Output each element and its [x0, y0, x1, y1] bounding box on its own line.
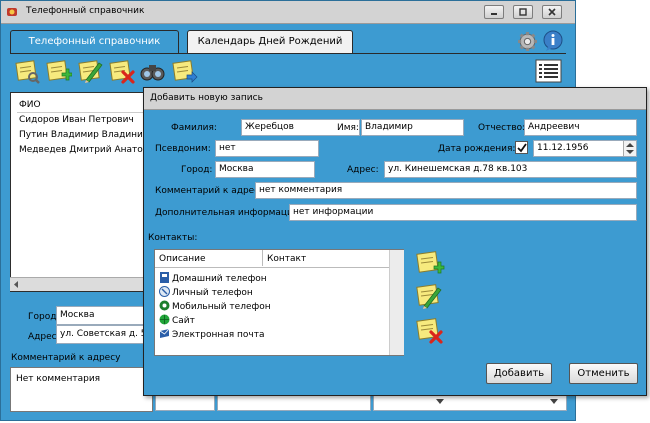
contact-description: Личный телефон — [172, 288, 253, 298]
birthdate-label: Дата рождения: — [438, 144, 516, 154]
address-field[interactable]: ул. Советская д. 53 — [56, 325, 153, 344]
minimize-button[interactable] — [484, 5, 504, 19]
list-item[interactable]: Медведев Дмитрий Анатоль — [19, 145, 154, 155]
dialog-title-bar[interactable]: Добавить новую запись — [144, 88, 646, 110]
binoculars-icon[interactable] — [139, 58, 166, 85]
spin-up-icon[interactable] — [626, 143, 634, 147]
checkmark-icon — [517, 143, 527, 153]
extra-info-field[interactable]: нет информации — [289, 204, 637, 221]
note-search-icon[interactable] — [14, 58, 41, 85]
mobile-phone-icon — [159, 286, 170, 297]
cancel-button[interactable]: Отменить — [569, 363, 638, 384]
maximize-icon — [519, 8, 527, 16]
name-field[interactable]: Владимир — [361, 119, 464, 136]
dialog-address-field[interactable]: ул. Кинешемская д.78 кв.103 — [384, 161, 637, 178]
spin-down-icon[interactable] — [626, 150, 634, 154]
contact-description: Сайт — [172, 316, 195, 326]
add-contact-icon[interactable] — [415, 250, 445, 278]
chevron-down-icon — [550, 399, 558, 404]
contacts-list[interactable]: ФИО Сидоров Иван Петрович Путин Владимир… — [10, 92, 159, 292]
address-comment-area[interactable]: Нет комментария — [10, 367, 153, 412]
contact-row[interactable]: Личный телефон — [159, 286, 253, 298]
list-header-divider — [17, 112, 152, 113]
main-title-bar[interactable]: Телефонный справочник — [1, 1, 575, 24]
main-window-title: Телефонный справочник — [26, 6, 145, 16]
tab-phonebook[interactable]: Телефонный справочник — [10, 30, 179, 54]
minimize-icon — [491, 13, 497, 15]
city-field[interactable]: Москва — [56, 306, 153, 325]
column-description[interactable]: Описание — [159, 254, 206, 264]
nickname-label: Псевдоним: — [155, 144, 211, 154]
settings-gear-icon[interactable] — [517, 31, 538, 52]
mobile-network-icon — [159, 300, 170, 311]
column-divider — [262, 250, 263, 266]
extra-info-label: Дополнительная информация: — [155, 208, 302, 218]
maximize-button[interactable] — [513, 5, 533, 19]
close-icon — [548, 8, 556, 16]
name-label: Имя: — [337, 123, 359, 133]
birthdate-field[interactable]: 11.12.1956 — [533, 140, 637, 157]
dialog-address-comment-label: Комментарий к адресу: — [155, 186, 268, 196]
city-label: Город — [28, 312, 57, 322]
contacts-table[interactable]: Описание Контакт Домашний телефон Личный… — [154, 249, 404, 356]
note-edit-icon[interactable] — [77, 58, 104, 85]
list-header-fio[interactable]: ФИО — [19, 100, 41, 110]
scroll-left-icon[interactable] — [13, 281, 19, 288]
note-delete-icon[interactable] — [108, 58, 135, 85]
chevron-down-icon — [436, 399, 444, 404]
list-item[interactable]: Сидоров Иван Петрович — [19, 115, 134, 125]
edit-contact-icon[interactable] — [415, 283, 445, 311]
contact-description: Мобильный телефон — [172, 302, 271, 312]
delete-contact-icon[interactable] — [415, 317, 445, 345]
website-icon — [159, 314, 170, 325]
add-button[interactable]: Добавить — [486, 363, 552, 384]
close-button[interactable] — [542, 5, 562, 19]
list-view-icon[interactable] — [535, 59, 562, 83]
tab-divider — [10, 53, 566, 54]
contact-row[interactable]: Сайт — [159, 314, 195, 326]
contact-description: Домашний телефон — [172, 274, 267, 284]
contacts-label: Контакты: — [148, 233, 198, 243]
dialog-address-comment-field[interactable]: нет комментария — [255, 182, 637, 199]
app-icon — [7, 8, 17, 16]
address-comment-label: Комментарий к адресу — [11, 353, 121, 363]
dialog-address-label: Адрес: — [347, 165, 379, 175]
add-record-dialog: Добавить новую запись Фамилия: Жеребцов … — [143, 87, 647, 396]
contact-description: Электронная почта — [172, 330, 265, 340]
list-item[interactable]: Путин Владимир Владиниров — [19, 130, 159, 140]
birthdate-spinner[interactable] — [623, 141, 636, 156]
contacts-table-header: Описание Контакт — [155, 250, 389, 268]
info-icon[interactable] — [542, 30, 564, 52]
dialog-city-label: Город: — [181, 165, 213, 175]
birthdate-checkbox[interactable] — [515, 141, 528, 154]
note-add-icon[interactable] — [45, 58, 72, 85]
nickname-field[interactable]: нет — [215, 140, 319, 157]
surname-label: Фамилия: — [171, 123, 217, 133]
patronymic-label: Отчество: — [478, 123, 526, 133]
column-contact[interactable]: Контакт — [267, 254, 306, 264]
dialog-title: Добавить новую запись — [150, 93, 263, 103]
contact-row[interactable]: Домашний телефон — [159, 272, 267, 284]
home-phone-icon — [160, 272, 169, 283]
patronymic-field[interactable]: Андреевич — [524, 119, 637, 136]
contact-row[interactable]: Мобильный телефон — [159, 300, 271, 312]
tab-birthday-calendar[interactable]: Календарь Дней Рождений — [187, 30, 353, 54]
email-icon — [159, 328, 170, 338]
note-export-icon[interactable] — [171, 58, 198, 85]
list-horizontal-scrollbar[interactable] — [10, 277, 153, 291]
contacts-vertical-scrollbar[interactable] — [389, 250, 404, 355]
dialog-city-field[interactable]: Москва — [215, 161, 315, 178]
contact-row[interactable]: Электронная почта — [159, 328, 265, 340]
address-label: Адрес — [28, 332, 57, 342]
address-comment-text: Нет комментария — [16, 374, 101, 384]
